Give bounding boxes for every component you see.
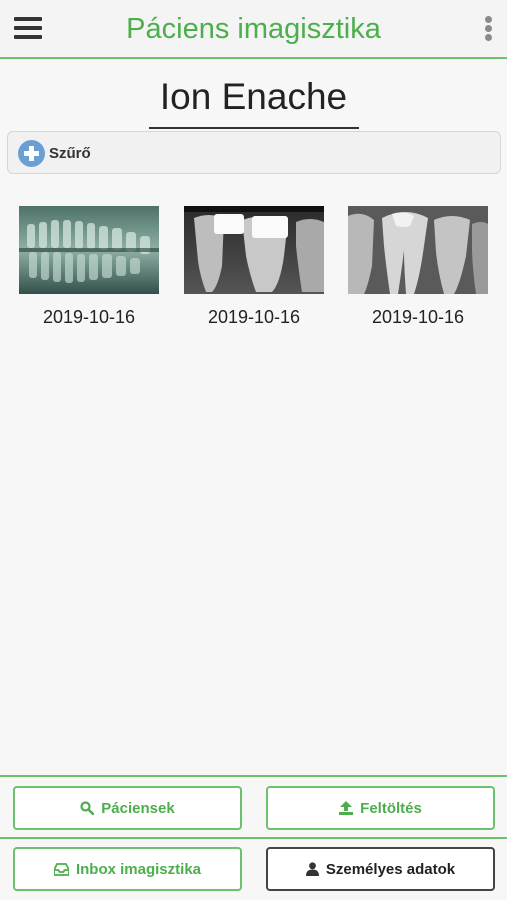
patient-name-underline (149, 127, 359, 129)
patients-button[interactable]: Páciensek (13, 786, 242, 830)
image-date: 2019-10-16 (42, 307, 136, 327)
xray-thumbnail-panoramic[interactable] (19, 206, 159, 294)
xray-thumbnail-bitewing[interactable] (184, 206, 324, 294)
patient-name: Ion Enache (159, 76, 348, 117)
bitewing-xray-image (184, 206, 324, 294)
more-options-icon[interactable] (483, 16, 493, 44)
periapical-xray-image (348, 206, 488, 294)
upload-icon (339, 801, 354, 815)
panoramic-xray-image (19, 206, 159, 294)
image-date: 2019-10-16 (371, 307, 465, 327)
top-bar: Páciens imagisztika (0, 0, 507, 59)
upload-button-label: Feltöltés (360, 799, 422, 817)
plus-circle-icon (18, 140, 45, 167)
inbox-imaging-button[interactable]: Inbox imagisztika (13, 847, 242, 891)
user-icon (305, 862, 319, 876)
personal-data-button-label: Személyes adatok (325, 860, 456, 878)
personal-data-button[interactable]: Személyes adatok (266, 847, 495, 891)
xray-thumbnail-periapical[interactable] (348, 206, 488, 294)
page-title: Páciens imagisztika (126, 13, 381, 45)
upload-button[interactable]: Feltöltés (266, 786, 495, 830)
image-date: 2019-10-16 (207, 307, 301, 327)
inbox-icon (53, 862, 69, 876)
search-icon (80, 801, 95, 815)
inbox-imaging-button-label: Inbox imagisztika (75, 860, 202, 878)
footer-divider (0, 775, 507, 777)
filter-label: Szűrő (49, 145, 91, 162)
footer-divider (0, 837, 507, 839)
filter-toggle[interactable]: Szűrő (7, 131, 501, 174)
patients-button-label: Páciensek (101, 799, 175, 817)
